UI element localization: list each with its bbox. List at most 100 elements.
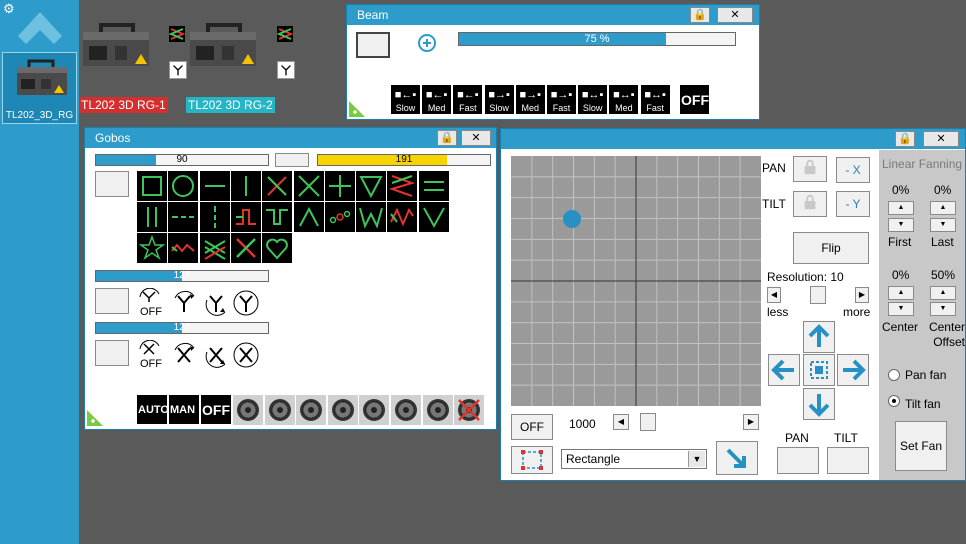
fixture-label-2[interactable]: TL202 3D RG-2 <box>186 97 275 113</box>
speed-right-arrow[interactable]: ▶ <box>743 414 759 430</box>
auto-mode-button[interactable]: AUTO <box>137 395 169 424</box>
move-up-button[interactable] <box>803 321 835 353</box>
double-vline-gobo-icon[interactable] <box>137 202 167 232</box>
invert-x-button[interactable]: - X <box>836 157 870 183</box>
x-rotate-left-icon[interactable] <box>201 340 231 370</box>
v-gobo-icon[interactable] <box>418 202 449 232</box>
offset-down-button[interactable]: ▼ <box>930 302 956 316</box>
beam-speed-button[interactable]: ■→▪ Slow <box>484 85 514 114</box>
close-button[interactable]: ✕ <box>461 130 491 146</box>
shape-select[interactable]: Rectangle ▼ <box>561 449 707 469</box>
x-red-gobo-icon[interactable] <box>262 171 293 201</box>
resolution-right-arrow[interactable]: ▶ <box>855 287 869 303</box>
pan-tilt-grid[interactable] <box>511 156 761 406</box>
x-effect-bar[interactable]: 128 <box>95 322 269 334</box>
rotation-disc-icon[interactable] <box>391 395 421 425</box>
beam-progress-bar[interactable]: 75 % <box>458 32 736 46</box>
diag-lines-gobo-icon[interactable] <box>199 233 230 263</box>
x-rotate-both-icon[interactable] <box>231 340 261 370</box>
tilt-fan-radio[interactable] <box>888 395 900 407</box>
chevron-down-icon[interactable]: ▼ <box>688 451 705 467</box>
beam-toggle-button[interactable] <box>356 32 390 58</box>
disc-disabled-icon[interactable] <box>454 395 485 425</box>
lock-button[interactable]: 🔒 <box>895 131 915 147</box>
pantilt-titlebar[interactable]: 🔒 ✕ <box>501 129 965 149</box>
zigzag-gobo-icon[interactable] <box>387 171 418 201</box>
gobo-reset-button[interactable] <box>275 153 309 167</box>
square-gobo-icon[interactable] <box>137 171 167 201</box>
beam-titlebar[interactable]: Beam 🔒 ✕ <box>347 5 759 25</box>
step-gobo-icon[interactable] <box>262 202 293 232</box>
triangle-gobo-icon[interactable] <box>356 171 387 201</box>
center-button[interactable] <box>803 354 835 386</box>
double-line-gobo-icon[interactable] <box>418 171 449 201</box>
set-fan-button[interactable]: Set Fan <box>895 421 947 471</box>
invert-y-button[interactable]: - Y <box>836 191 870 217</box>
step-red-gobo-icon[interactable] <box>230 202 261 232</box>
apply-shape-button[interactable] <box>716 441 758 475</box>
vline-gobo-icon[interactable] <box>230 171 261 201</box>
lock-button[interactable]: 🔒 <box>690 7 710 23</box>
w-gobo-icon[interactable] <box>356 202 387 232</box>
resolution-left-arrow[interactable]: ◀ <box>767 287 781 303</box>
first-up-button[interactable]: ▲ <box>888 201 914 215</box>
beam-speed-button[interactable]: ■↔▪ Med <box>609 85 639 114</box>
flip-button[interactable]: Flip <box>793 232 869 264</box>
x-rotate-right-icon[interactable] <box>169 340 199 370</box>
y-rotate-both-icon[interactable] <box>231 288 261 318</box>
last-down-button[interactable]: ▼ <box>930 218 956 232</box>
center-down-button[interactable]: ▼ <box>888 302 914 316</box>
y-rotate-left-icon[interactable] <box>201 288 231 318</box>
wave-gobo-icon[interactable] <box>168 233 199 263</box>
rotation-disc-icon[interactable] <box>296 395 327 425</box>
close-button[interactable]: ✕ <box>717 7 753 23</box>
fixture-label-1[interactable]: TL202 3D RG-1 <box>79 97 168 113</box>
zoom-in-icon[interactable] <box>415 32 439 54</box>
resolution-slider-thumb[interactable] <box>810 286 826 304</box>
offset-up-button[interactable]: ▲ <box>930 286 956 300</box>
y-off-button[interactable]: OFF <box>137 287 167 318</box>
caret-gobo-icon[interactable] <box>293 202 324 232</box>
close-button[interactable]: ✕ <box>923 131 959 147</box>
beam-speed-button[interactable]: ■←▪ Fast <box>453 85 483 114</box>
beam-off-button[interactable]: OFF <box>680 85 709 114</box>
x-effect-toggle-button[interactable] <box>95 340 129 366</box>
move-right-button[interactable] <box>837 354 869 386</box>
beam-speed-button[interactable]: ■→▪ Med <box>515 85 545 114</box>
last-up-button[interactable]: ▲ <box>930 201 956 215</box>
tilt-apply-button[interactable] <box>827 447 869 474</box>
x-mixed-gobo-icon[interactable] <box>230 233 261 263</box>
add-corner-icon[interactable] <box>349 101 365 117</box>
center-up-button[interactable]: ▲ <box>888 286 914 300</box>
pan-apply-button[interactable] <box>777 447 819 474</box>
move-down-button[interactable] <box>803 388 835 420</box>
fixture-item-selected[interactable]: TL202_3D_RG <box>2 52 77 124</box>
dashed-gobo-icon[interactable] <box>168 202 199 232</box>
plus-gobo-icon[interactable] <box>324 171 355 201</box>
gobo-rotation-bar[interactable]: 191 <box>317 154 491 166</box>
pan-lock-button[interactable] <box>793 156 827 182</box>
wave-red-gobo-icon[interactable] <box>387 202 418 232</box>
x-off-button[interactable]: OFF <box>137 339 167 370</box>
gear-icon[interactable]: ⚙ <box>3 2 17 16</box>
beam-speed-button[interactable]: ■←▪ Med <box>422 85 452 114</box>
y-effect-toggle-button[interactable] <box>95 288 129 314</box>
y-rotate-right-icon[interactable] <box>169 288 199 318</box>
beam-speed-button[interactable]: ■→▪ Fast <box>547 85 576 114</box>
selection-rect-button[interactable] <box>511 446 553 474</box>
beam-speed-button[interactable]: ■↔▪ Fast <box>640 85 670 114</box>
hline-gobo-icon[interactable] <box>199 171 230 201</box>
dashed-vline-gobo-icon[interactable] <box>199 202 230 232</box>
y-effect-bar[interactable]: 128 <box>95 270 269 282</box>
beam-speed-button[interactable]: ■←▪ Slow <box>391 85 420 114</box>
speed-left-arrow[interactable]: ◀ <box>613 414 629 430</box>
star-gobo-icon[interactable] <box>137 233 167 263</box>
scroll-up-icon[interactable] <box>16 10 64 50</box>
heart-gobo-icon[interactable] <box>262 233 293 263</box>
laser-device-icon[interactable] <box>79 22 155 68</box>
laser-device-icon[interactable] <box>186 22 262 68</box>
dots-gobo-icon[interactable] <box>324 202 355 232</box>
position-handle[interactable] <box>562 209 582 229</box>
rotation-disc-icon[interactable] <box>264 395 295 425</box>
circle-gobo-icon[interactable] <box>168 171 199 201</box>
